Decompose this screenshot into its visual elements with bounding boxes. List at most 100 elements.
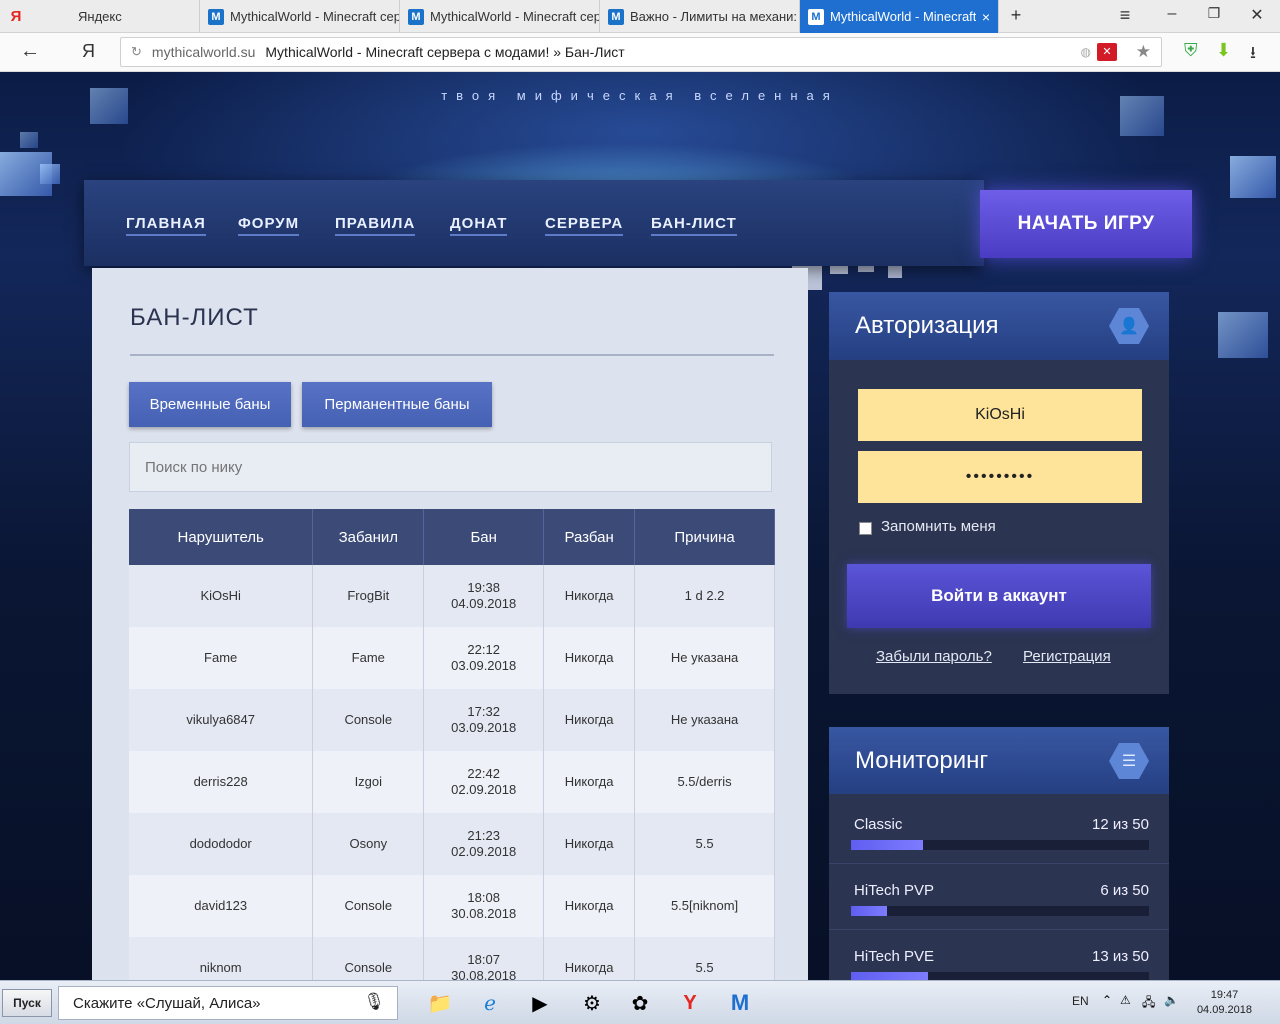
player-cell: david123	[129, 875, 314, 937]
internet-explorer-icon[interactable]: ℯ	[470, 986, 510, 1020]
unban-cell: Никогда	[543, 937, 636, 980]
address-domain: mythicalworld.su	[151, 44, 256, 60]
list-icon: ☰	[1109, 743, 1149, 779]
close-window-icon[interactable]: ✕	[1245, 5, 1269, 25]
ccleaner-icon[interactable]: ⚙	[572, 986, 612, 1020]
nav-servers[interactable]: СЕРВЕРА	[545, 215, 624, 236]
tab-mythicalworld-1[interactable]: M MythicalWorld - Minecraft сер	[200, 0, 400, 33]
unban-cell: Никогда	[543, 751, 636, 813]
register-link[interactable]: Регистрация	[1023, 648, 1111, 665]
remember-checkbox[interactable]	[859, 522, 872, 535]
server-load-fill	[851, 840, 923, 850]
language-indicator[interactable]: EN	[1072, 994, 1089, 1008]
ban-date: 02.09.2018	[451, 782, 517, 797]
temporary-bans-button[interactable]: Временные баны	[129, 382, 291, 427]
table-row: derris228 Izgoi 22:42 02.09.2018 Никогда …	[129, 751, 775, 813]
search-input[interactable]	[129, 442, 772, 492]
mythicalworld-launcher-icon[interactable]: M	[720, 986, 760, 1020]
volume-icon[interactable]: 🔈	[1164, 993, 1179, 1007]
column-header: Разбан	[543, 509, 636, 565]
player-cell: niknom	[129, 937, 314, 980]
close-tab-icon[interactable]: ×	[982, 9, 990, 25]
reload-icon[interactable]: ↻	[131, 44, 142, 60]
menu-icon[interactable]: ≡	[1113, 5, 1137, 26]
decor-cube	[888, 264, 902, 278]
new-tab-button[interactable]: +	[1004, 5, 1028, 26]
address-bar[interactable]: ↻ mythicalworld.su MythicalWorld - Minec…	[120, 37, 1162, 67]
protect-icon[interactable]: ◍	[1081, 45, 1091, 59]
login-button[interactable]: Войти в аккаунт	[847, 564, 1151, 628]
ban-date-cell: 21:23 02.09.2018	[423, 813, 545, 875]
yandex-browser-icon[interactable]: Y	[670, 986, 710, 1020]
tray-expand-icon[interactable]: ⌃	[1102, 993, 1112, 1007]
unban-cell: Никогда	[543, 565, 636, 627]
start-button[interactable]: Пуск	[2, 989, 52, 1017]
reason-cell: Не указана	[634, 689, 775, 751]
table-row: david123 Console 18:08 30.08.2018 Никогда…	[129, 875, 775, 937]
network-icon[interactable]: 🖧	[1142, 993, 1155, 1014]
nav-home[interactable]: ГЛАВНАЯ	[126, 215, 206, 236]
player-cell: KiOsHi	[129, 565, 314, 627]
page-title: БАН-ЛИСТ	[130, 304, 259, 331]
server-name: Classic	[854, 816, 903, 833]
back-arrow-icon[interactable]: ←	[20, 40, 40, 63]
banlist-panel: БАН-ЛИСТ Временные баны Перманентные бан…	[92, 268, 808, 980]
start-game-button[interactable]: НАЧАТЬ ИГРУ	[980, 190, 1192, 258]
banned-by-cell: FrogBit	[312, 565, 425, 627]
tray-app-icon[interactable]: ⚠	[1120, 993, 1131, 1007]
ban-time: 22:12	[467, 642, 500, 657]
nav-banlist[interactable]: БАН-ЛИСТ	[651, 215, 737, 236]
alice-search[interactable]: Скажите «Слушай, Алиса» 🎙	[58, 986, 398, 1020]
clock[interactable]: 19:47 04.09.2018	[1197, 988, 1252, 1018]
banned-by-cell: Osony	[312, 813, 425, 875]
tab-label: MythicalWorld - Minecraft	[830, 9, 977, 24]
media-player-icon[interactable]: ▶	[520, 986, 560, 1020]
nav-forum[interactable]: ФОРУМ	[238, 215, 300, 236]
nav-donate[interactable]: ДОНАТ	[450, 215, 508, 236]
username-field[interactable]: KiOsHi	[858, 389, 1142, 441]
mythicalworld-icon: M	[208, 8, 224, 25]
download-extension-icon[interactable]: ⬇	[1216, 40, 1231, 61]
reason-cell: 5.5	[634, 813, 775, 875]
restore-icon[interactable]: ❐	[1202, 5, 1226, 22]
tab-yandex[interactable]: Я Яндекс	[0, 0, 200, 33]
tab-mythicalworld-2[interactable]: M MythicalWorld - Minecraft сер	[400, 0, 600, 33]
ban-time: 18:07	[467, 952, 500, 967]
user-icon: 👤	[1109, 308, 1149, 344]
server-name: HiTech PVE	[854, 948, 935, 965]
server-name: HiTech PVP	[854, 882, 935, 899]
ban-date-cell: 17:32 03.09.2018	[423, 689, 545, 751]
reason-cell: 5.5	[634, 937, 775, 980]
yandex-icon: Я	[10, 8, 22, 25]
server-count: 12 из 50	[1092, 816, 1149, 833]
tab-strip: Я Яндекс M MythicalWorld - Minecraft сер…	[0, 0, 1280, 33]
shield-icon[interactable]: ⛨	[1184, 40, 1198, 61]
reason-cell: 5.5[niknom]	[634, 875, 775, 937]
ban-time: 22:42	[467, 766, 500, 781]
file-explorer-icon[interactable]: 📁	[420, 986, 460, 1020]
camera-blocked-icon[interactable]: ✕	[1097, 43, 1117, 61]
tab-label: Важно - Лимиты на механи:	[630, 9, 798, 24]
table-row: dodododor Osony 21:23 02.09.2018 Никогда …	[129, 813, 775, 875]
tab-label: Яндекс	[78, 9, 122, 24]
address-row: ← Я ↻ mythicalworld.su MythicalWorld - M…	[0, 33, 1280, 72]
bookmark-star-icon[interactable]: ★	[1136, 42, 1151, 62]
permanent-bans-button[interactable]: Перманентные баны	[302, 382, 492, 427]
downloads-icon[interactable]: ⭳	[1250, 40, 1256, 69]
password-field[interactable]: •••••••••	[858, 451, 1142, 503]
banned-by-cell: Fame	[312, 627, 425, 689]
minimize-icon[interactable]: –	[1160, 5, 1184, 23]
tab-banlist-active[interactable]: M MythicalWorld - Minecraft ×	[800, 0, 999, 33]
decor-cube	[20, 132, 38, 148]
player-cell: dodododor	[129, 813, 314, 875]
yandex-logo-icon[interactable]: Я	[82, 41, 95, 62]
table-row: niknom Console 18:07 30.08.2018 Никогда 5…	[129, 937, 775, 980]
ban-table: Нарушитель Забанил Бан Разбан Причина Ki…	[129, 509, 775, 980]
forgot-password-link[interactable]: Забыли пароль?	[876, 648, 992, 665]
nav-rules[interactable]: ПРАВИЛА	[335, 215, 416, 236]
column-header: Забанил	[312, 509, 425, 565]
tab-limits[interactable]: M Важно - Лимиты на механи:	[600, 0, 800, 33]
monitoring-title: Мониторинг	[855, 747, 989, 774]
microphone-icon[interactable]: 🎙	[363, 992, 385, 1012]
picture-app-icon[interactable]: ✿	[620, 986, 660, 1020]
